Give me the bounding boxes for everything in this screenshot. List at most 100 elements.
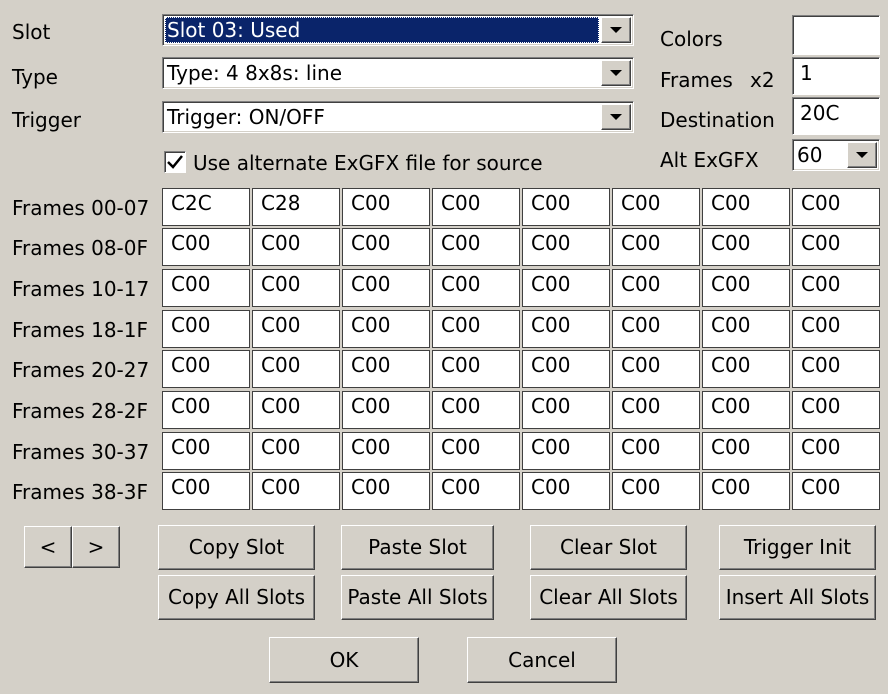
frame-cell[interactable]: C00 bbox=[522, 228, 610, 266]
previous-slot-button[interactable]: < bbox=[24, 526, 72, 568]
paste-all-slots-button[interactable]: Paste All Slots bbox=[341, 575, 494, 620]
frame-cell[interactable]: C00 bbox=[522, 472, 610, 510]
frame-cell[interactable]: C00 bbox=[432, 228, 520, 266]
frame-cell[interactable]: C00 bbox=[702, 350, 790, 388]
frame-cell[interactable]: C00 bbox=[522, 350, 610, 388]
frame-cell[interactable]: C00 bbox=[792, 228, 880, 266]
frame-cell[interactable]: C00 bbox=[792, 188, 880, 226]
trigger-init-button[interactable]: Trigger Init bbox=[719, 525, 876, 570]
frame-cell[interactable]: C00 bbox=[612, 350, 700, 388]
frame-cell[interactable]: C00 bbox=[792, 269, 880, 307]
frame-cell[interactable]: C00 bbox=[252, 391, 340, 429]
frames-field[interactable]: 1 bbox=[792, 57, 880, 95]
frame-cell[interactable]: C00 bbox=[162, 472, 250, 510]
frame-cell[interactable]: C00 bbox=[432, 350, 520, 388]
clear-slot-button[interactable]: Clear Slot bbox=[530, 525, 687, 570]
frame-cell[interactable]: C00 bbox=[342, 432, 430, 470]
frame-cell[interactable]: C00 bbox=[252, 228, 340, 266]
frame-cell[interactable]: C00 bbox=[612, 472, 700, 510]
frame-cell[interactable]: C00 bbox=[432, 310, 520, 348]
frame-cell[interactable]: C00 bbox=[342, 310, 430, 348]
clear-all-slots-button[interactable]: Clear All Slots bbox=[530, 575, 687, 620]
frame-cell[interactable]: C00 bbox=[252, 472, 340, 510]
frame-cell[interactable]: C2C bbox=[162, 188, 250, 226]
alt-exgfx-checkbox[interactable] bbox=[164, 151, 186, 173]
slot-dropdown-button[interactable] bbox=[601, 17, 631, 43]
frames-row-label: Frames 30-37 bbox=[12, 440, 150, 464]
frame-cell[interactable]: C00 bbox=[702, 472, 790, 510]
frame-cell[interactable]: C00 bbox=[432, 269, 520, 307]
frame-cell[interactable]: C00 bbox=[252, 350, 340, 388]
trigger-dropdown[interactable]: Trigger: ON/OFF bbox=[162, 101, 634, 133]
frame-cell[interactable]: C00 bbox=[792, 432, 880, 470]
frame-cell[interactable]: C00 bbox=[342, 188, 430, 226]
frame-cell[interactable]: C00 bbox=[612, 228, 700, 266]
frame-cell[interactable]: C00 bbox=[522, 188, 610, 226]
copy-all-slots-button[interactable]: Copy All Slots bbox=[158, 575, 315, 620]
frame-cell[interactable]: C00 bbox=[342, 269, 430, 307]
alt-exgfx-dropdown-button[interactable] bbox=[847, 142, 877, 168]
checkmark-icon bbox=[167, 155, 183, 169]
alt-exgfx-dropdown-value: 60 bbox=[797, 143, 823, 167]
type-dropdown-value: Type: 4 8x8s: line bbox=[167, 61, 343, 85]
frame-cell[interactable]: C00 bbox=[612, 188, 700, 226]
frame-cell[interactable]: C00 bbox=[792, 310, 880, 348]
frame-cell[interactable]: C00 bbox=[612, 391, 700, 429]
frame-cell[interactable]: C00 bbox=[342, 350, 430, 388]
frame-cell[interactable]: C00 bbox=[342, 391, 430, 429]
frame-cell[interactable]: C00 bbox=[162, 432, 250, 470]
frame-cell[interactable]: C00 bbox=[342, 472, 430, 510]
frame-cell[interactable]: C00 bbox=[702, 432, 790, 470]
copy-slot-button[interactable]: Copy Slot bbox=[158, 525, 315, 570]
frame-cell[interactable]: C00 bbox=[432, 391, 520, 429]
trigger-dropdown-value: Trigger: ON/OFF bbox=[167, 105, 325, 129]
frame-cell[interactable]: C00 bbox=[612, 432, 700, 470]
type-dropdown[interactable]: Type: 4 8x8s: line bbox=[162, 57, 634, 89]
type-dropdown-button[interactable] bbox=[601, 60, 631, 86]
frame-cell[interactable]: C00 bbox=[702, 391, 790, 429]
cancel-button[interactable]: Cancel bbox=[467, 637, 617, 683]
trigger-dropdown-button[interactable] bbox=[601, 104, 631, 130]
frame-cell[interactable]: C28 bbox=[252, 188, 340, 226]
frame-cell[interactable]: C00 bbox=[162, 391, 250, 429]
trigger-label: Trigger bbox=[12, 108, 81, 132]
frame-cell[interactable]: C00 bbox=[342, 228, 430, 266]
frame-cell[interactable]: C00 bbox=[252, 269, 340, 307]
frames-row-label: Frames 38-3F bbox=[12, 480, 148, 504]
frames-row-label: Frames 08-0F bbox=[12, 236, 148, 260]
alt-exgfx-dropdown[interactable]: 60 bbox=[792, 139, 880, 171]
frame-cell[interactable]: C00 bbox=[432, 472, 520, 510]
frame-cell[interactable]: C00 bbox=[162, 269, 250, 307]
colors-field[interactable] bbox=[792, 15, 880, 55]
frame-cell[interactable]: C00 bbox=[612, 269, 700, 307]
alt-exgfx-checkbox-label: Use alternate ExGFX file for source bbox=[193, 151, 543, 175]
frame-cell[interactable]: C00 bbox=[162, 350, 250, 388]
frame-cell[interactable]: C00 bbox=[252, 432, 340, 470]
frame-cell[interactable]: C00 bbox=[522, 432, 610, 470]
frame-cell[interactable]: C00 bbox=[432, 432, 520, 470]
frame-cell[interactable]: C00 bbox=[702, 228, 790, 266]
frame-cell[interactable]: C00 bbox=[792, 391, 880, 429]
frame-cell[interactable]: C00 bbox=[162, 228, 250, 266]
paste-slot-button[interactable]: Paste Slot bbox=[341, 525, 494, 570]
frame-cell[interactable]: C00 bbox=[612, 310, 700, 348]
frame-cell[interactable]: C00 bbox=[522, 391, 610, 429]
frame-cell[interactable]: C00 bbox=[522, 269, 610, 307]
frame-cell[interactable]: C00 bbox=[432, 188, 520, 226]
frame-cell[interactable]: C00 bbox=[702, 310, 790, 348]
frame-cell[interactable]: C00 bbox=[702, 269, 790, 307]
ok-button[interactable]: OK bbox=[269, 637, 419, 683]
chevron-down-icon bbox=[610, 27, 622, 33]
frames-row-label: Frames 20-27 bbox=[12, 358, 150, 382]
frames-row-label: Frames 10-17 bbox=[12, 277, 150, 301]
insert-all-slots-button[interactable]: Insert All Slots bbox=[719, 575, 876, 620]
frame-cell[interactable]: C00 bbox=[522, 310, 610, 348]
slot-dropdown[interactable]: Slot 03: Used bbox=[162, 14, 634, 46]
frame-cell[interactable]: C00 bbox=[252, 310, 340, 348]
next-slot-button[interactable]: > bbox=[72, 526, 120, 568]
frame-cell[interactable]: C00 bbox=[792, 472, 880, 510]
frame-cell[interactable]: C00 bbox=[162, 310, 250, 348]
frame-cell[interactable]: C00 bbox=[702, 188, 790, 226]
frame-cell[interactable]: C00 bbox=[792, 350, 880, 388]
destination-field[interactable]: 20C bbox=[792, 97, 880, 135]
